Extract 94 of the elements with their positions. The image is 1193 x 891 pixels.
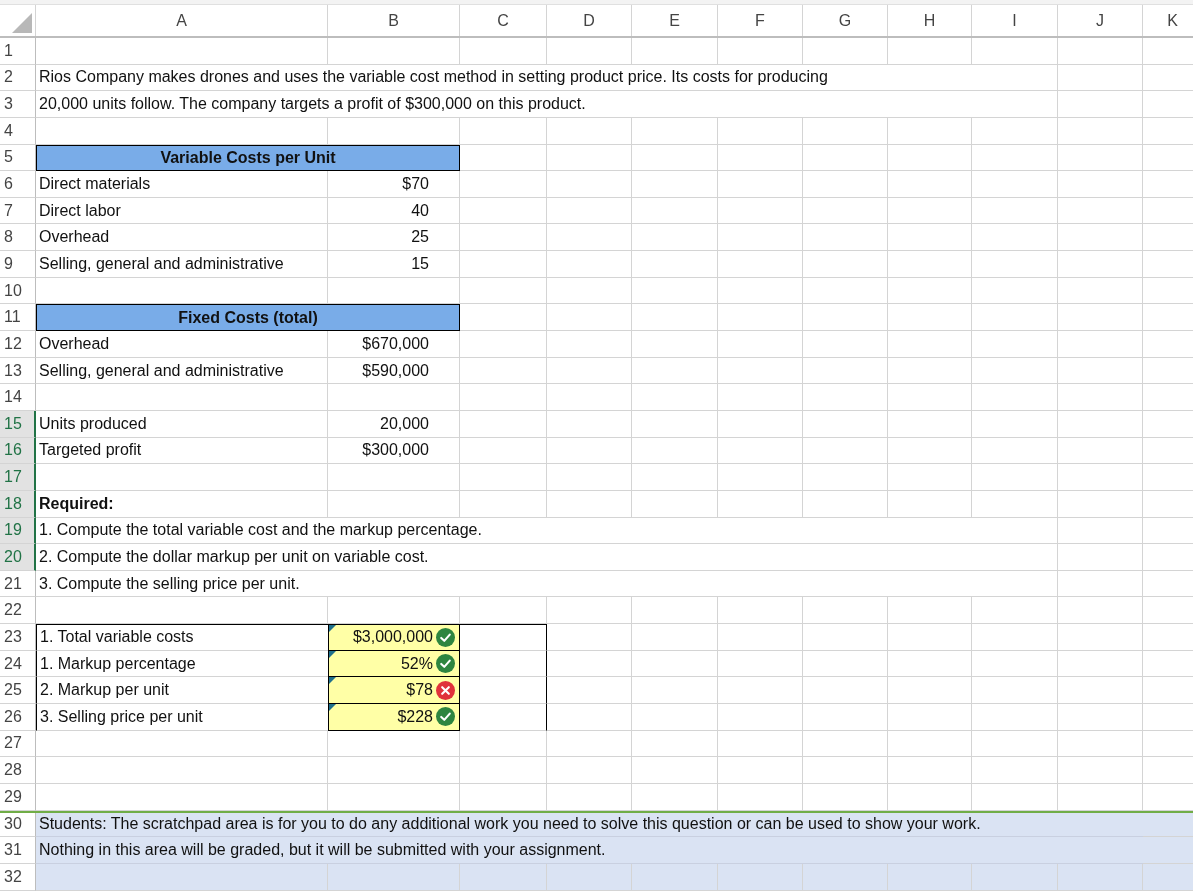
table-header: Fixed Costs (total) <box>36 304 460 332</box>
spreadsheet-cell[interactable]: 25 <box>328 224 460 252</box>
row-number[interactable]: 4 <box>0 117 36 145</box>
row-number[interactable]: 9 <box>0 251 36 278</box>
row-number[interactable]: 11 <box>0 304 36 332</box>
check-icon <box>436 627 455 647</box>
column-header[interactable]: J <box>1058 5 1143 36</box>
row-number[interactable]: 10 <box>0 277 36 305</box>
answer-value: $78 <box>406 680 433 701</box>
answer-value: 52% <box>400 653 433 674</box>
column-header[interactable]: C <box>460 5 547 36</box>
comment-marker-icon <box>329 625 336 633</box>
row-number[interactable]: 23 <box>0 624 36 651</box>
answer-field[interactable]: $3,000,000 <box>328 624 460 651</box>
spreadsheet-cell[interactable]: Rios Company makes drones and uses the variable cost method in setting product price. Its costs for producing <box>36 64 972 92</box>
row-number[interactable]: 20 <box>0 544 36 571</box>
spreadsheet-cell[interactable] <box>460 650 547 678</box>
answer-value: $3,000,000 <box>352 627 433 648</box>
spreadsheet-cell[interactable]: $590,000 <box>328 357 460 385</box>
spreadsheet-cell[interactable]: Overhead <box>36 331 328 358</box>
row-number[interactable]: 22 <box>0 597 36 625</box>
row-number[interactable]: 17 <box>0 464 36 491</box>
cross-icon <box>436 680 455 700</box>
row-number[interactable]: 25 <box>0 677 36 704</box>
row-number[interactable]: 5 <box>0 144 36 172</box>
spreadsheet-cell[interactable]: Direct materials <box>36 171 328 198</box>
column-header[interactable]: H <box>888 5 972 36</box>
spreadsheet-cell[interactable]: Required: <box>36 490 328 518</box>
spreadsheet-cell[interactable]: Direct labor <box>36 197 328 225</box>
row-number[interactable]: 6 <box>0 171 36 198</box>
spreadsheet-cell[interactable]: 3. Compute the selling price per unit. <box>36 570 972 598</box>
column-header[interactable]: B <box>328 5 460 36</box>
column-header[interactable]: K <box>1143 5 1193 36</box>
row-number[interactable]: 18 <box>0 490 36 518</box>
row-number[interactable]: 30 <box>0 812 36 838</box>
comment-marker-icon <box>329 677 336 685</box>
row-number[interactable]: 21 <box>0 570 36 598</box>
spreadsheet-cell[interactable]: 2. Compute the dollar markup per unit on variable cost. <box>36 544 972 571</box>
row-number[interactable]: 24 <box>0 650 36 678</box>
spreadsheet-cell[interactable]: $670,000 <box>328 331 460 358</box>
answer-field[interactable]: $228 <box>328 704 460 731</box>
row-number[interactable]: 27 <box>0 730 36 758</box>
scratchpad-cell[interactable]: Nothing in this area will be graded, but it will be submitted with your assignment. <box>36 837 1143 864</box>
check-icon <box>436 654 455 674</box>
spreadsheet-cell[interactable]: Overhead <box>36 224 328 252</box>
row-number[interactable]: 13 <box>0 357 36 385</box>
column-header[interactable]: E <box>632 5 718 36</box>
spreadsheet-cell[interactable]: 20,000 <box>328 410 460 438</box>
column-header[interactable]: D <box>547 5 632 36</box>
comment-marker-icon <box>329 650 336 658</box>
spreadsheet-cell[interactable]: 1. Total variable costs <box>36 624 328 651</box>
row-number[interactable]: 7 <box>0 197 36 225</box>
row-number[interactable]: 16 <box>0 437 36 465</box>
select-all-icon[interactable] <box>12 13 32 33</box>
row-number[interactable]: 28 <box>0 757 36 784</box>
row-number[interactable]: 26 <box>0 704 36 731</box>
column-header[interactable]: F <box>718 5 803 36</box>
spreadsheet-cell[interactable]: 2. Markup per unit <box>36 677 328 704</box>
comment-marker-icon <box>329 704 336 711</box>
spreadsheet-cell[interactable] <box>460 624 547 651</box>
table-header: Variable Costs per Unit <box>36 144 460 172</box>
spreadsheet-cell[interactable]: $70 <box>328 171 460 198</box>
row-number[interactable]: 1 <box>0 38 36 65</box>
spreadsheet-cell[interactable]: 1. Compute the total variable cost and the markup percentage. <box>36 517 972 545</box>
spreadsheet-cell[interactable]: $300,000 <box>328 437 460 465</box>
check-icon <box>436 707 455 727</box>
spreadsheet-cell[interactable]: 15 <box>328 251 460 278</box>
row-number[interactable]: 2 <box>0 64 36 92</box>
row-number[interactable]: 29 <box>0 783 36 811</box>
scratchpad-cell[interactable]: Students: The scratchpad area is for you to do any additional work you need to solve this question or can be used to show your work. <box>36 812 1143 838</box>
row-number[interactable]: 31 <box>0 837 36 864</box>
row-number[interactable]: 32 <box>0 863 36 891</box>
column-header[interactable]: I <box>972 5 1058 36</box>
spreadsheet-cell[interactable]: 3. Selling price per unit <box>36 704 328 731</box>
spreadsheet-cell[interactable]: 40 <box>328 197 460 225</box>
answer-field[interactable]: $78 <box>328 677 460 704</box>
spreadsheet-cell[interactable]: Units produced <box>36 410 328 438</box>
row-number[interactable]: 3 <box>0 91 36 118</box>
spreadsheet-cell[interactable]: Selling, general and administrative <box>36 251 328 278</box>
answer-value: $228 <box>397 706 433 727</box>
row-number[interactable]: 12 <box>0 331 36 358</box>
answer-field[interactable]: 52% <box>328 650 460 678</box>
spreadsheet-cell[interactable]: Targeted profit <box>36 437 328 465</box>
spreadsheet-cell[interactable] <box>460 704 547 731</box>
spreadsheet-cell[interactable]: 20,000 units follow. The company targets a profit of $300,000 on this product. <box>36 91 972 118</box>
spreadsheet-cell[interactable]: 1. Markup percentage <box>36 650 328 678</box>
column-header[interactable]: A <box>36 5 328 36</box>
row-number[interactable]: 15 <box>0 410 36 438</box>
spreadsheet-cell[interactable]: Selling, general and administrative <box>36 357 328 385</box>
row-number[interactable]: 8 <box>0 224 36 252</box>
column-header[interactable]: G <box>803 5 888 36</box>
row-number[interactable]: 19 <box>0 517 36 545</box>
spreadsheet-cell[interactable] <box>460 677 547 704</box>
row-number[interactable]: 14 <box>0 384 36 411</box>
